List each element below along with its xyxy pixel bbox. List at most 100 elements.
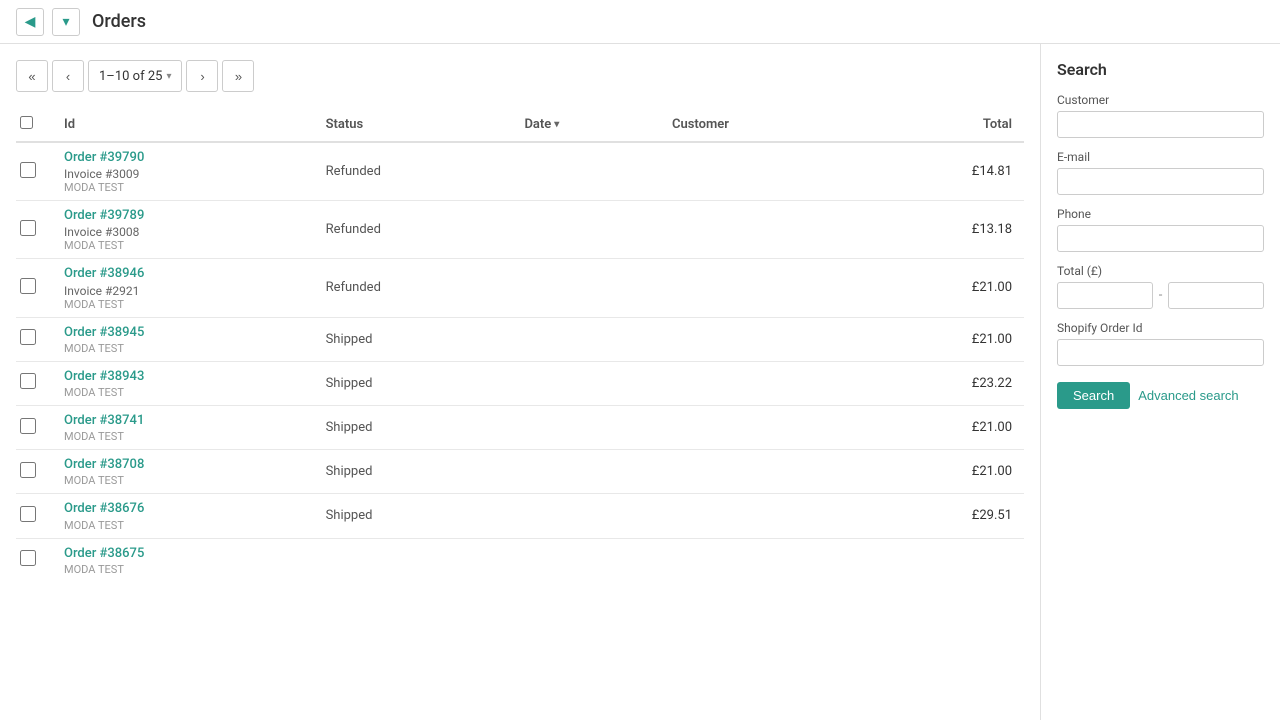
row-checkbox[interactable] bbox=[20, 506, 36, 522]
row-checkbox[interactable] bbox=[20, 373, 36, 389]
row-checkbox[interactable] bbox=[20, 220, 36, 236]
store-text: MODA TEST bbox=[64, 386, 302, 399]
order-link[interactable]: Order #38946 bbox=[64, 265, 302, 283]
row-date-cell bbox=[512, 538, 660, 582]
store-text: MODA TEST bbox=[64, 519, 302, 532]
row-status-cell: Shipped bbox=[314, 361, 513, 405]
search-button[interactable]: Search bbox=[1057, 382, 1130, 409]
row-date-cell bbox=[512, 494, 660, 538]
next-page-button[interactable]: › bbox=[186, 60, 218, 92]
invoice-text: Invoice #3009 bbox=[64, 167, 302, 181]
table-row: Order #38708MODA TESTShipped £21.00 bbox=[16, 450, 1024, 494]
row-checkbox-cell bbox=[16, 361, 52, 405]
row-date-cell bbox=[512, 361, 660, 405]
row-total-cell: £29.51 bbox=[863, 494, 1024, 538]
dropdown-icon: ▾ bbox=[62, 13, 69, 30]
order-link[interactable]: Order #38945 bbox=[64, 324, 302, 342]
row-total-cell: £21.00 bbox=[863, 405, 1024, 449]
order-link[interactable]: Order #38675 bbox=[64, 545, 302, 563]
table-row: Order #38946Invoice #2921MODA TESTRefund… bbox=[16, 259, 1024, 317]
header: ◀ ▾ Orders bbox=[0, 0, 1280, 44]
row-id-cell: Order #38943MODA TEST bbox=[52, 361, 314, 405]
customer-input[interactable] bbox=[1057, 111, 1264, 138]
table-row: Order #38741MODA TESTShipped£21.00 bbox=[16, 405, 1024, 449]
row-checkbox[interactable] bbox=[20, 329, 36, 345]
customer-label: Customer bbox=[1057, 93, 1264, 107]
row-total-cell: £23.22 bbox=[863, 361, 1024, 405]
first-page-button[interactable]: « bbox=[16, 60, 48, 92]
col-header-status: Status bbox=[314, 108, 513, 142]
total-label: Total (£) bbox=[1057, 264, 1264, 278]
row-customer-cell bbox=[660, 538, 863, 582]
row-checkbox-cell bbox=[16, 405, 52, 449]
prev-page-button[interactable]: ‹ bbox=[52, 60, 84, 92]
row-total-cell: £21.00 bbox=[863, 259, 1024, 317]
email-input[interactable] bbox=[1057, 168, 1264, 195]
main-layout: « ‹ 1–10 of 25 ▾ › » Id Status bbox=[0, 44, 1280, 720]
email-field-group: E-mail bbox=[1057, 150, 1264, 195]
row-total-cell: £14.81 bbox=[863, 142, 1024, 201]
table-row: Order #39789Invoice #3008MODA TESTRefund… bbox=[16, 201, 1024, 259]
total-to-input[interactable] bbox=[1168, 282, 1264, 309]
row-checkbox[interactable] bbox=[20, 162, 36, 178]
row-checkbox[interactable] bbox=[20, 418, 36, 434]
row-checkbox-cell bbox=[16, 142, 52, 201]
row-date-cell bbox=[512, 317, 660, 361]
order-link[interactable]: Order #38708 bbox=[64, 456, 302, 474]
col-header-date[interactable]: Date ▾ bbox=[512, 108, 660, 142]
back-button[interactable]: ◀ bbox=[16, 8, 44, 36]
row-status-cell: Shipped bbox=[314, 494, 513, 538]
row-customer-cell bbox=[660, 361, 863, 405]
row-status-cell: Refunded bbox=[314, 259, 513, 317]
table-row: Order #39790Invoice #3009MODA TESTRefund… bbox=[16, 142, 1024, 201]
row-id-cell: Order #38945MODA TEST bbox=[52, 317, 314, 361]
order-link[interactable]: Order #39789 bbox=[64, 207, 302, 225]
row-checkbox[interactable] bbox=[20, 462, 36, 478]
phone-label: Phone bbox=[1057, 207, 1264, 221]
last-page-button[interactable]: » bbox=[222, 60, 254, 92]
row-checkbox-cell bbox=[16, 201, 52, 259]
orders-table: Id Status Date ▾ Customer Total Order #3… bbox=[16, 108, 1024, 582]
range-separator: - bbox=[1159, 288, 1163, 303]
shopify-input[interactable] bbox=[1057, 339, 1264, 366]
total-from-input[interactable] bbox=[1057, 282, 1153, 309]
back-icon: ◀ bbox=[25, 13, 36, 30]
row-checkbox[interactable] bbox=[20, 278, 36, 294]
search-panel-title: Search bbox=[1057, 60, 1264, 79]
store-text: MODA TEST bbox=[64, 298, 302, 311]
store-text: MODA TEST bbox=[64, 430, 302, 443]
order-link[interactable]: Order #39790 bbox=[64, 149, 302, 167]
table-row: Order #38675MODA TEST bbox=[16, 538, 1024, 582]
table-row: Order #38676MODA TEST Shipped £29.51 bbox=[16, 494, 1024, 538]
row-date-cell bbox=[512, 201, 660, 259]
table-row: Order #38945MODA TESTShipped£21.00 bbox=[16, 317, 1024, 361]
content-area: « ‹ 1–10 of 25 ▾ › » Id Status bbox=[0, 44, 1040, 720]
row-customer-cell bbox=[660, 142, 863, 201]
row-status-cell bbox=[314, 538, 513, 582]
order-link[interactable]: Order #38741 bbox=[64, 412, 302, 430]
row-total-cell: £13.18 bbox=[863, 201, 1024, 259]
row-id-cell: Order #38708MODA TEST bbox=[52, 450, 314, 494]
row-customer-cell bbox=[660, 405, 863, 449]
row-date-cell bbox=[512, 142, 660, 201]
order-link[interactable]: Order #38676 bbox=[64, 500, 302, 518]
advanced-search-button[interactable]: Advanced search bbox=[1138, 388, 1238, 403]
dropdown-button[interactable]: ▾ bbox=[52, 8, 80, 36]
row-status-cell: Refunded bbox=[314, 201, 513, 259]
row-total-cell: £21.00 bbox=[863, 450, 1024, 494]
row-date-cell bbox=[512, 405, 660, 449]
row-checkbox[interactable] bbox=[20, 550, 36, 566]
store-text: MODA TEST bbox=[64, 342, 302, 355]
row-status-cell: Shipped bbox=[314, 317, 513, 361]
col-header-customer: Customer bbox=[660, 108, 863, 142]
row-customer-cell bbox=[660, 450, 863, 494]
store-text: MODA TEST bbox=[64, 563, 302, 576]
row-status-cell: Shipped bbox=[314, 450, 513, 494]
customer-field-group: Customer bbox=[1057, 93, 1264, 138]
order-link[interactable]: Order #38943 bbox=[64, 368, 302, 386]
row-date-cell bbox=[512, 450, 660, 494]
select-all-checkbox[interactable] bbox=[20, 116, 33, 129]
page-range[interactable]: 1–10 of 25 ▾ bbox=[88, 60, 182, 92]
phone-input[interactable] bbox=[1057, 225, 1264, 252]
store-text: MODA TEST bbox=[64, 181, 302, 194]
